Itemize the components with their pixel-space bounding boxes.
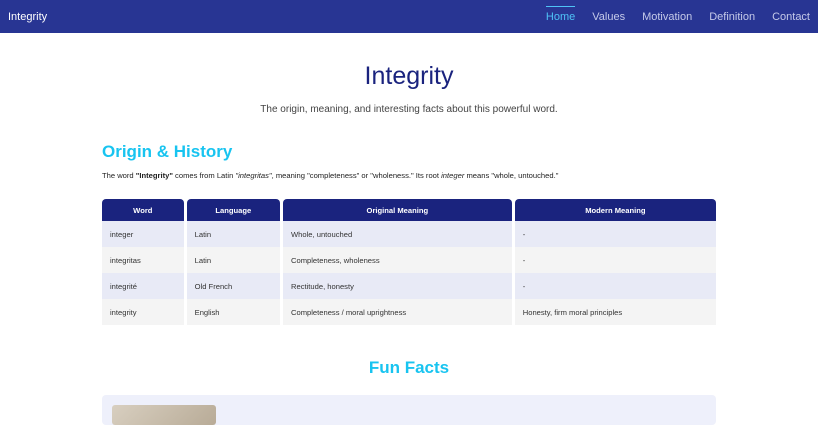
table-row: integritas Latin Completeness, wholeness… xyxy=(102,247,716,273)
nav-links: Home Values Motivation Definition Contac… xyxy=(529,5,810,25)
cell-language: Old French xyxy=(186,273,280,299)
cell-original-meaning: Completeness, wholeness xyxy=(282,247,512,273)
header-original-meaning: Original Meaning xyxy=(282,199,512,221)
cell-language: Latin xyxy=(186,221,280,247)
nav-definition[interactable]: Definition xyxy=(709,9,755,25)
cell-original-meaning: Completeness / moral uprightness xyxy=(282,299,512,325)
cell-word: integritas xyxy=(102,247,184,273)
origin-latin: "integritas" xyxy=(235,171,272,180)
origin-paragraph: The word "Integrity" comes from Latin "i… xyxy=(102,171,722,180)
origin-text-2: comes from Latin xyxy=(172,171,236,180)
header-language: Language xyxy=(186,199,280,221)
page-subtitle: The origin, meaning, and interesting fac… xyxy=(260,104,558,115)
etymology-table: Word Language Original Meaning Modern Me… xyxy=(99,199,719,325)
cell-modern-meaning: - xyxy=(514,221,716,247)
fact-image xyxy=(112,405,216,425)
fact-card xyxy=(102,395,716,425)
origin-text-3: , meaning "completeness" or "wholeness."… xyxy=(271,171,442,180)
brand-link[interactable]: Integrity xyxy=(8,11,47,23)
cell-modern-meaning: - xyxy=(514,247,716,273)
origin-root: integer xyxy=(441,171,465,180)
cell-word: integer xyxy=(102,221,184,247)
cell-language: Latin xyxy=(186,247,280,273)
origin-heading: Origin & History xyxy=(102,142,233,161)
origin-text-4: means "whole, untouched." xyxy=(464,171,559,180)
cell-original-meaning: Whole, untouched xyxy=(282,221,512,247)
table-row: integrity English Completeness / moral u… xyxy=(102,299,716,325)
fun-facts-heading: Fun Facts xyxy=(368,358,450,377)
cell-language: English xyxy=(186,299,280,325)
header-word: Word xyxy=(102,199,184,221)
nav-contact[interactable]: Contact xyxy=(772,9,810,25)
cell-original-meaning: Rectitude, honesty xyxy=(282,273,512,299)
cell-modern-meaning: Honesty, firm moral principles xyxy=(514,299,716,325)
nav-motivation[interactable]: Motivation xyxy=(642,9,692,25)
top-navbar: Integrity Home Values Motivation Definit… xyxy=(0,0,818,33)
nav-home[interactable]: Home xyxy=(545,5,576,25)
page-title: Integrity xyxy=(364,62,454,90)
origin-text-1: The word xyxy=(102,171,136,180)
cell-word: integrité xyxy=(102,273,184,299)
table-header-row: Word Language Original Meaning Modern Me… xyxy=(102,199,716,221)
cell-word: integrity xyxy=(102,299,184,325)
table-row: integer Latin Whole, untouched - xyxy=(102,221,716,247)
cell-modern-meaning: - xyxy=(514,273,716,299)
table-row: integrité Old French Rectitude, honesty … xyxy=(102,273,716,299)
nav-values[interactable]: Values xyxy=(592,9,625,25)
header-modern-meaning: Modern Meaning xyxy=(514,199,716,221)
origin-word: "Integrity" xyxy=(135,171,173,180)
